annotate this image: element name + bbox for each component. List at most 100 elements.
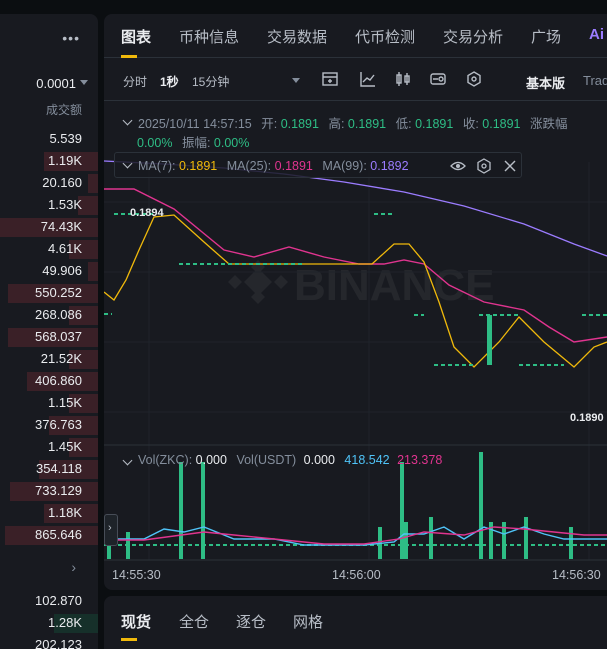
candle-info-line2: 0.00% 振幅: 0.00% — [137, 132, 249, 151]
order-book-row[interactable]: 268.086 — [0, 304, 98, 326]
order-book-row[interactable]: 49.906 — [0, 260, 98, 282]
order-book-row[interactable]: 1.18K — [0, 502, 98, 524]
low-label: 低: — [395, 117, 412, 131]
tab-trade-data[interactable]: 交易数据 — [267, 26, 327, 47]
amount-value: 1.19K — [48, 153, 82, 168]
tab-trade-analysis[interactable]: 交易分析 — [443, 26, 503, 47]
amount-value: 49.906 — [42, 263, 82, 278]
calendar-add-icon[interactable] — [321, 70, 339, 88]
chevron-down-icon[interactable] — [80, 80, 88, 85]
amount-value: 550.252 — [35, 285, 82, 300]
order-book-row[interactable]: 102.870 — [0, 590, 98, 612]
chevron-right-icon: › — [108, 522, 112, 534]
volume-bar — [569, 527, 573, 559]
amount-value: 1.53K — [48, 197, 82, 212]
price-label-upper: 0.1894 — [130, 207, 165, 219]
amount-value: 202.123 — [35, 637, 82, 649]
ai-badge[interactable]: Ai — [589, 26, 604, 43]
order-book-row[interactable]: 4.61K — [0, 238, 98, 260]
volume-bar — [524, 517, 528, 559]
vol-ma-b-value: 213.378 — [397, 453, 443, 467]
ma-legend: MA(7): 0.1891 MA(25): 0.1891 MA(99): 0.1… — [114, 152, 522, 178]
tab-square[interactable]: 广场 — [531, 26, 561, 47]
amount-value: 4.61K — [48, 241, 82, 256]
active-tab-indicator — [121, 638, 137, 641]
settings-icon[interactable] — [477, 158, 491, 174]
interval-1s-button[interactable]: 1秒 — [160, 73, 179, 90]
order-book-row[interactable]: 1.15K — [0, 392, 98, 414]
binance-watermark: BINANCE — [228, 260, 494, 310]
order-book-row[interactable]: 1.45K — [0, 436, 98, 458]
ma-collapse-chevron-icon[interactable] — [122, 158, 133, 169]
amount-value: 733.129 — [35, 483, 82, 498]
order-book-row[interactable]: 865.646 — [0, 524, 98, 546]
close-value: 0.1891 — [482, 117, 521, 131]
order-book-row[interactable]: 21.52K — [0, 348, 98, 370]
order-book-row[interactable]: 733.129 — [0, 480, 98, 502]
chevron-right-icon[interactable]: › — [71, 559, 76, 575]
line-chart-icon[interactable] — [359, 70, 377, 88]
tab-grid[interactable]: 网格 — [293, 611, 323, 632]
view-trading-button[interactable]: Trad — [583, 73, 607, 88]
tab-cross[interactable]: 全仓 — [179, 611, 209, 632]
order-book-row[interactable]: 406.860 — [0, 370, 98, 392]
volume-legend: Vol(ZKC): 0.000 Vol(USDT) 0.000 418.542 … — [138, 453, 442, 467]
svg-text:BINANCE: BINANCE — [294, 261, 494, 310]
change-label: 涨跌幅 — [530, 117, 568, 131]
order-book-row[interactable]: 550.252 — [0, 282, 98, 304]
open-value: 0.1891 — [280, 117, 319, 131]
candlestick-icon[interactable] — [394, 70, 412, 88]
order-book-row[interactable]: 376.763 — [0, 414, 98, 436]
app-root: ••• 0.0001 成交额 5.539 1.19K 20.160 1.53K 74.4… — [0, 0, 607, 649]
order-book-row[interactable]: 5.539 — [0, 128, 98, 150]
time-axis-label: 14:55:30 — [112, 568, 161, 582]
interval-dropdown-icon[interactable] — [292, 78, 300, 83]
high-value: 0.1891 — [347, 117, 387, 131]
ma25-value: 0.1891 — [274, 159, 313, 173]
interval-15m-button[interactable]: 15分钟 — [192, 73, 229, 90]
price-step-select[interactable]: 0.0001 — [36, 76, 76, 91]
order-book-row[interactable]: 74.43K — [0, 216, 98, 238]
view-basic-button[interactable]: 基本版 — [526, 73, 565, 92]
ma99-label: MA(99): — [322, 159, 367, 173]
hexagon-settings-icon[interactable] — [465, 70, 483, 88]
order-book-row[interactable]: 568.037 — [0, 326, 98, 348]
order-book-row[interactable]: 20.160 — [0, 172, 98, 194]
price-label-lower: 0.1890 — [570, 412, 604, 424]
tab-spot[interactable]: 现货 — [121, 611, 151, 632]
vol-zkc-label: Vol(ZKC): — [138, 453, 193, 467]
close-icon[interactable] — [504, 160, 516, 172]
order-book-row[interactable]: 1.19K — [0, 150, 98, 172]
vol-zkc-value: 0.000 — [195, 453, 227, 467]
volume-bar — [404, 522, 408, 559]
indicator-settings-icon[interactable] — [429, 70, 447, 88]
eye-icon[interactable] — [450, 161, 466, 171]
amount-value: 21.52K — [40, 351, 82, 366]
ma7-label: MA(7): — [138, 159, 176, 173]
tab-token-info[interactable]: 币种信息 — [179, 26, 239, 47]
amount-value: 5.539 — [49, 131, 82, 146]
time-axis-label: 14:56:00 — [332, 568, 381, 582]
price-chart[interactable]: BINANCE 0.1894 0.1890 2025/10/11 14:57:15… — [104, 102, 607, 590]
ma25-label: MA(25): — [226, 159, 272, 173]
order-book-row[interactable]: 1.28K — [0, 612, 98, 634]
time-axis-label: 14:56:30 — [552, 568, 601, 582]
tab-chart[interactable]: 图表 — [121, 26, 151, 47]
depth-bar — [88, 174, 98, 193]
amount-value: 376.763 — [35, 417, 82, 432]
amount-value: 1.18K — [48, 505, 82, 520]
ma7-value: 0.1891 — [178, 159, 218, 173]
trade-panel: 现货 全仓 逐仓 网格 — [104, 596, 607, 649]
order-book-row[interactable]: 202.123 — [0, 634, 98, 649]
order-book-row[interactable]: 1.53K — [0, 194, 98, 216]
order-book-row[interactable]: 354.118 — [0, 458, 98, 480]
amount-value: 568.037 — [35, 329, 82, 344]
tab-token-check[interactable]: 代币检测 — [355, 26, 415, 47]
tab-isolated[interactable]: 逐仓 — [236, 611, 266, 632]
depth-bar — [88, 262, 98, 281]
ask-rows: 5.539 1.19K 20.160 1.53K 74.43K 4.61K 49.906 55… — [0, 128, 98, 546]
interval-time-button[interactable]: 分时 — [123, 73, 147, 90]
more-options-icon[interactable]: ••• — [62, 30, 80, 46]
expand-panel-toggle[interactable]: › — [104, 514, 118, 546]
amplitude-value: 0.00% — [213, 136, 250, 150]
